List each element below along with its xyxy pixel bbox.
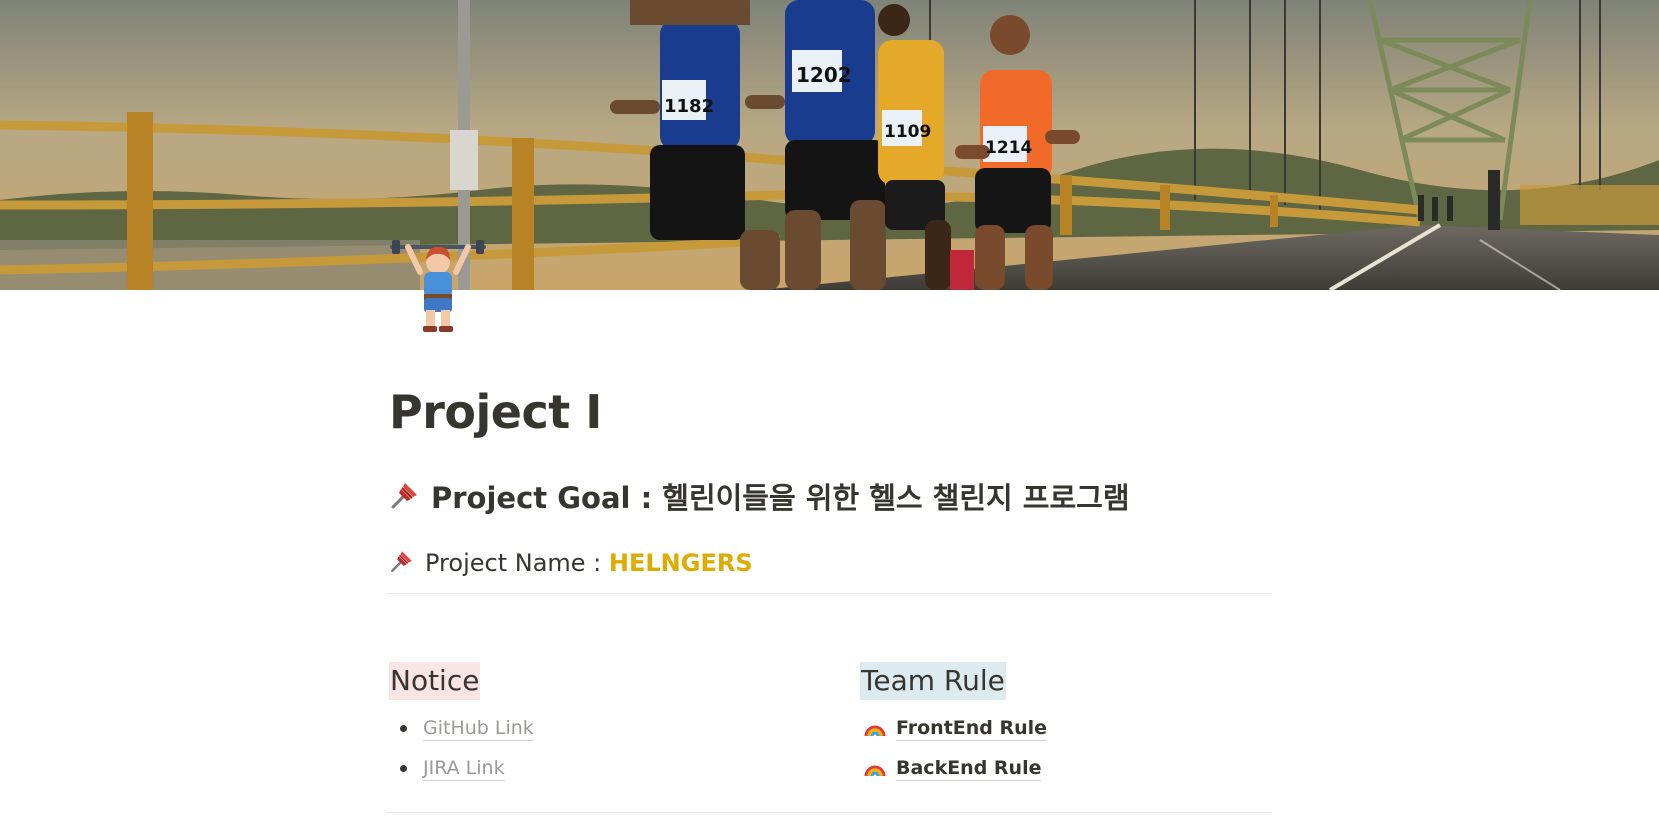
notice-link-list: GitHub Link JIRA Link <box>389 708 829 788</box>
rainbow-icon <box>864 712 886 752</box>
project-name-label: Project Name : <box>425 549 609 577</box>
bullet-icon <box>400 765 407 772</box>
project-name-value: HELNGERS <box>608 549 753 577</box>
backend-rule-link[interactable]: BackEnd Rule <box>896 757 1042 781</box>
page-title[interactable]: Project Ⅰ <box>389 382 602 442</box>
github-link[interactable]: GitHub Link <box>423 717 534 741</box>
divider <box>386 812 1272 813</box>
project-name-heading[interactable]: Project Name : HELNGERS <box>389 543 753 586</box>
bullet-icon <box>400 725 407 732</box>
jira-link[interactable]: JIRA Link <box>423 757 505 781</box>
svg-text:1214: 1214 <box>985 138 1032 158</box>
list-item: JIRA Link <box>389 748 829 788</box>
svg-text:1109: 1109 <box>884 122 931 142</box>
list-item: FrontEnd Rule <box>860 708 1280 748</box>
svg-text:1202: 1202 <box>796 63 852 87</box>
pushpin-icon <box>389 546 415 586</box>
pushpin-icon <box>389 479 421 523</box>
cover-photo-illustration: 1182 1202 1109 1214 <box>0 0 1659 290</box>
frontend-rule-link[interactable]: FrontEnd Rule <box>896 717 1048 741</box>
notion-page: 1182 1202 1109 1214 Project Ⅰ Project Go… <box>0 0 1659 827</box>
list-item: BackEnd Rule <box>860 748 1280 788</box>
rainbow-icon <box>864 752 886 792</box>
svg-text:1182: 1182 <box>664 96 714 117</box>
weight-lifter-icon[interactable] <box>388 240 488 336</box>
team-rule-column: Team Rule FrontEnd Rule BackEnd Rule <box>860 662 1280 788</box>
weight-lifter-glyph <box>390 240 486 332</box>
divider <box>386 593 1272 594</box>
team-rule-link-list: FrontEnd Rule BackEnd Rule <box>860 708 1280 788</box>
project-goal-heading[interactable]: Project Goal : 헬린이들을 위한 헬스 챌린지 프로그램 <box>389 476 1130 523</box>
team-rule-heading[interactable]: Team Rule <box>860 662 1006 700</box>
list-item: GitHub Link <box>389 708 829 748</box>
cover-image[interactable]: 1182 1202 1109 1214 <box>0 0 1659 290</box>
notice-heading[interactable]: Notice <box>389 662 481 700</box>
project-goal-text: Project Goal : 헬린이들을 위한 헬스 챌린지 프로그램 <box>431 481 1130 515</box>
notice-column: Notice GitHub Link JIRA Link <box>389 662 829 788</box>
